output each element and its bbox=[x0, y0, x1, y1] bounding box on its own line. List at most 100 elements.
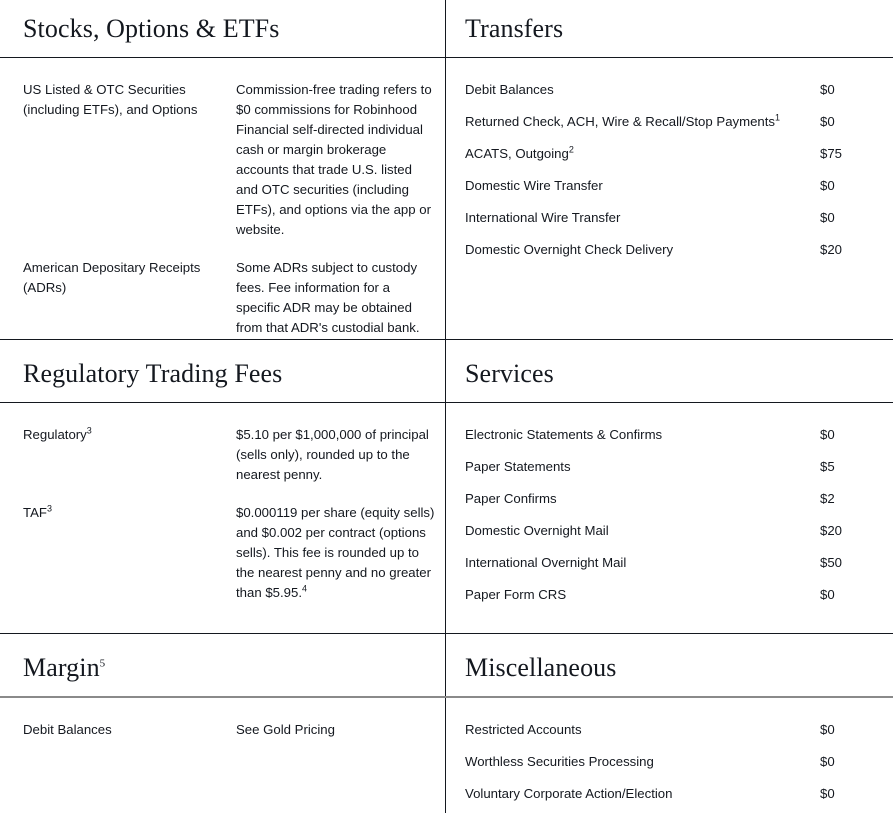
fee-schedule-page: Stocks, Options & ETFs US Listed & OTC S… bbox=[0, 0, 893, 813]
fee-price: $0 bbox=[820, 210, 835, 225]
section-services: Services Electronic Statements & Confirm… bbox=[446, 345, 893, 621]
fee-price: $0 bbox=[820, 114, 835, 129]
fee-price: $0 bbox=[820, 754, 835, 769]
section-header: Stocks, Options & ETFs bbox=[0, 0, 446, 57]
fee-price: $0 bbox=[820, 427, 835, 442]
footnote-marker: 2 bbox=[568, 144, 574, 155]
fee-label: Domestic Overnight Mail bbox=[465, 523, 609, 538]
section-header: Transfers bbox=[446, 0, 893, 57]
fee-price: $20 bbox=[820, 523, 843, 538]
fee-label-text: Returned Check, ACH, Wire & Recall/Stop … bbox=[465, 114, 776, 129]
definition-description: Some ADRs subject to custody fees. Fee i… bbox=[236, 260, 420, 335]
definition-description: Commission-free trading refers to $0 com… bbox=[236, 82, 432, 237]
definition-description: See Gold Pricing bbox=[236, 722, 335, 737]
section-body: US Listed & OTC Securities (including ET… bbox=[0, 58, 446, 338]
definition-description-text: $0.000119 per share (equity sells) and $… bbox=[236, 505, 435, 600]
fee-label: Debit Balances bbox=[465, 80, 820, 100]
section-title: Stocks, Options & ETFs bbox=[23, 14, 280, 43]
section-body: Debit Balances $0 Returned Check, ACH, W… bbox=[446, 58, 893, 272]
fee-label-text: International Wire Transfer bbox=[465, 210, 621, 225]
section-title: Miscellaneous bbox=[465, 653, 617, 682]
definition-row: TAF3 $0.000119 per share (equity sells) … bbox=[23, 503, 446, 603]
section-margin: Margin5 Debit Balances See Gold Pricing bbox=[0, 639, 446, 813]
fee-row: Domestic Wire Transfer $0 bbox=[465, 176, 893, 208]
definition-term: Regulatory3 bbox=[23, 425, 236, 485]
fee-label: Paper Confirms bbox=[465, 491, 557, 506]
section-miscellaneous: Miscellaneous Restricted Accounts $0 Wor… bbox=[446, 639, 893, 813]
section-band-2: Regulatory Trading Fees Regulatory3 $5.1… bbox=[0, 345, 893, 621]
fee-label: Domestic Overnight Check Delivery bbox=[465, 240, 820, 260]
fee-price: $0 bbox=[820, 82, 835, 97]
fee-label: Voluntary Corporate Action/Election bbox=[465, 786, 673, 801]
section-body: Debit Balances See Gold Pricing bbox=[0, 698, 446, 740]
fee-row: Restricted Accounts $0 bbox=[465, 720, 893, 752]
fee-label-text: ACATS, Outgoing bbox=[465, 146, 569, 161]
fee-row: Debit Balances $0 bbox=[465, 80, 893, 112]
band-separator bbox=[0, 339, 893, 340]
fee-price: $50 bbox=[820, 555, 843, 570]
fee-row: ACATS, Outgoing2 $75 bbox=[465, 144, 893, 176]
definition-row: Regulatory3 $5.10 per $1,000,000 of prin… bbox=[23, 425, 446, 485]
fee-row: Worthless Securities Processing $0 bbox=[465, 752, 893, 784]
section-band-3: Margin5 Debit Balances See Gold Pricing … bbox=[0, 639, 893, 813]
footnote-marker: 1 bbox=[775, 112, 781, 123]
fee-row: Paper Confirms $2 bbox=[465, 489, 893, 521]
fee-label-text: Domestic Wire Transfer bbox=[465, 178, 603, 193]
fee-price: $20 bbox=[820, 242, 843, 257]
fee-price: $0 bbox=[820, 722, 835, 737]
fee-row: Voluntary Corporate Action/Election $0 bbox=[465, 784, 893, 813]
section-title: Services bbox=[465, 359, 554, 388]
section-body: Restricted Accounts $0 Worthless Securit… bbox=[446, 698, 893, 813]
section-transfers: Transfers Debit Balances $0 Returned Che… bbox=[446, 0, 893, 356]
fee-row: Paper Form CRS $0 bbox=[465, 585, 893, 617]
section-header: Margin5 bbox=[0, 639, 446, 696]
fee-label: Returned Check, ACH, Wire & Recall/Stop … bbox=[465, 112, 820, 132]
footnote-marker: 5 bbox=[99, 657, 106, 670]
fee-label: ACATS, Outgoing2 bbox=[465, 144, 820, 164]
section-header: Miscellaneous bbox=[446, 639, 893, 696]
section-title: Regulatory Trading Fees bbox=[23, 359, 283, 388]
fee-label-text: Domestic Overnight Check Delivery bbox=[465, 242, 674, 257]
section-header: Regulatory Trading Fees bbox=[0, 345, 446, 402]
fee-row: Electronic Statements & Confirms $0 bbox=[465, 425, 893, 457]
definition-term-text: TAF bbox=[23, 505, 47, 520]
fee-price: $2 bbox=[820, 491, 835, 506]
section-body: Regulatory3 $5.10 per $1,000,000 of prin… bbox=[0, 403, 446, 603]
footnote-marker: 3 bbox=[46, 503, 52, 514]
section-header: Services bbox=[446, 345, 893, 402]
fee-label: Domestic Wire Transfer bbox=[465, 176, 820, 196]
definition-description: $5.10 per $1,000,000 of principal (sells… bbox=[236, 427, 429, 482]
definition-row: Debit Balances See Gold Pricing bbox=[23, 720, 446, 740]
definition-term: TAF3 bbox=[23, 503, 236, 603]
section-title: Margin5 bbox=[23, 653, 446, 683]
footnote-marker: 4 bbox=[302, 583, 308, 594]
fee-price: $0 bbox=[820, 587, 835, 602]
fee-label-text: Debit Balances bbox=[465, 82, 554, 97]
section-band-1: Stocks, Options & ETFs US Listed & OTC S… bbox=[0, 0, 893, 356]
fee-row: Paper Statements $5 bbox=[465, 457, 893, 489]
section-title-text: Margin bbox=[23, 653, 100, 682]
section-title: Transfers bbox=[465, 14, 564, 43]
fee-label: International Wire Transfer bbox=[465, 208, 820, 228]
fee-label: Worthless Securities Processing bbox=[465, 754, 654, 769]
definition-row: American Depositary Receipts (ADRs) Some… bbox=[23, 258, 446, 338]
fee-row: International Overnight Mail $50 bbox=[465, 553, 893, 585]
section-stocks-options-etfs: Stocks, Options & ETFs US Listed & OTC S… bbox=[0, 0, 446, 356]
fee-row: Domestic Overnight Check Delivery $20 bbox=[465, 240, 893, 272]
section-body: Electronic Statements & Confirms $0 Pape… bbox=[446, 403, 893, 617]
footnote-marker: 3 bbox=[86, 425, 92, 436]
fee-row: International Wire Transfer $0 bbox=[465, 208, 893, 240]
band-separator bbox=[0, 633, 893, 634]
fee-label: Paper Form CRS bbox=[465, 587, 567, 602]
definition-term: Debit Balances bbox=[23, 722, 112, 737]
fee-label: Electronic Statements & Confirms bbox=[465, 427, 663, 442]
fee-label: International Overnight Mail bbox=[465, 555, 627, 570]
fee-label: Restricted Accounts bbox=[465, 722, 582, 737]
fee-price: $0 bbox=[820, 178, 835, 193]
section-regulatory-trading-fees: Regulatory Trading Fees Regulatory3 $5.1… bbox=[0, 345, 446, 621]
definition-term: US Listed & OTC Securities (including ET… bbox=[23, 82, 198, 117]
fee-row: Domestic Overnight Mail $20 bbox=[465, 521, 893, 553]
definition-term: American Depositary Receipts (ADRs) bbox=[23, 260, 201, 295]
fee-row: Returned Check, ACH, Wire & Recall/Stop … bbox=[465, 112, 893, 144]
fee-label: Paper Statements bbox=[465, 459, 571, 474]
